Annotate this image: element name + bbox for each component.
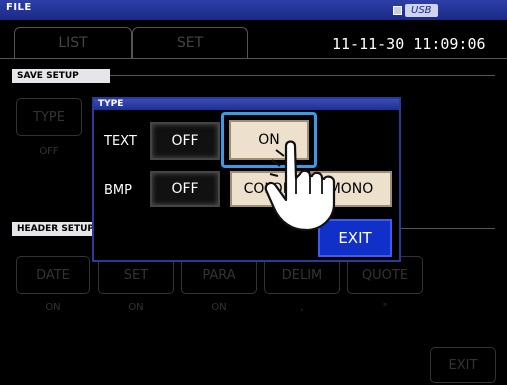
text-row-label: TEXT (104, 134, 137, 149)
para-button-label: PARA (202, 267, 236, 283)
save-setup-divider (110, 75, 495, 76)
tab-divider (0, 58, 507, 59)
type-button-label: TYPE (33, 109, 65, 125)
title-bar: FILE USB (0, 0, 507, 20)
bmp-off-button[interactable]: OFF (150, 171, 220, 207)
tab-set-label: SET (176, 35, 204, 51)
date-button[interactable]: DATE (16, 256, 90, 294)
clock: 11-11-30 11:09:06 (332, 35, 486, 53)
storage-icon (393, 5, 402, 15)
quote-button-label: QUOTE (361, 267, 409, 283)
type-dialog: TYPE TEXT OFF ON BMP OFF COLOR MONO EXIT (92, 97, 401, 262)
pointing-hand-icon (264, 140, 336, 232)
usb-indicator: USB (393, 3, 438, 17)
text-off-button[interactable]: OFF (150, 122, 220, 160)
delim-button-label: DELIM (281, 267, 323, 283)
set-value: ON (128, 302, 144, 313)
exit-button-label: EXIT (448, 357, 478, 373)
type-value: OFF (39, 146, 59, 157)
date-button-label: DATE (36, 267, 70, 283)
screen-title: FILE (6, 2, 32, 13)
dialog-title: TYPE (94, 99, 399, 110)
date-value: ON (45, 302, 61, 313)
exit-button[interactable]: EXIT (430, 347, 496, 383)
type-button[interactable]: TYPE (16, 98, 82, 136)
set-button-label: SET (123, 267, 149, 283)
tab-list[interactable]: LIST (14, 27, 132, 58)
tab-list-label: LIST (58, 35, 88, 51)
delim-value: , (300, 302, 304, 313)
usb-label: USB (405, 3, 438, 17)
para-value: ON (211, 302, 227, 313)
bmp-row-label: BMP (104, 183, 132, 198)
save-setup-header: SAVE SETUP (12, 69, 110, 83)
tab-set[interactable]: SET (132, 27, 248, 58)
quote-value: " (382, 302, 388, 313)
